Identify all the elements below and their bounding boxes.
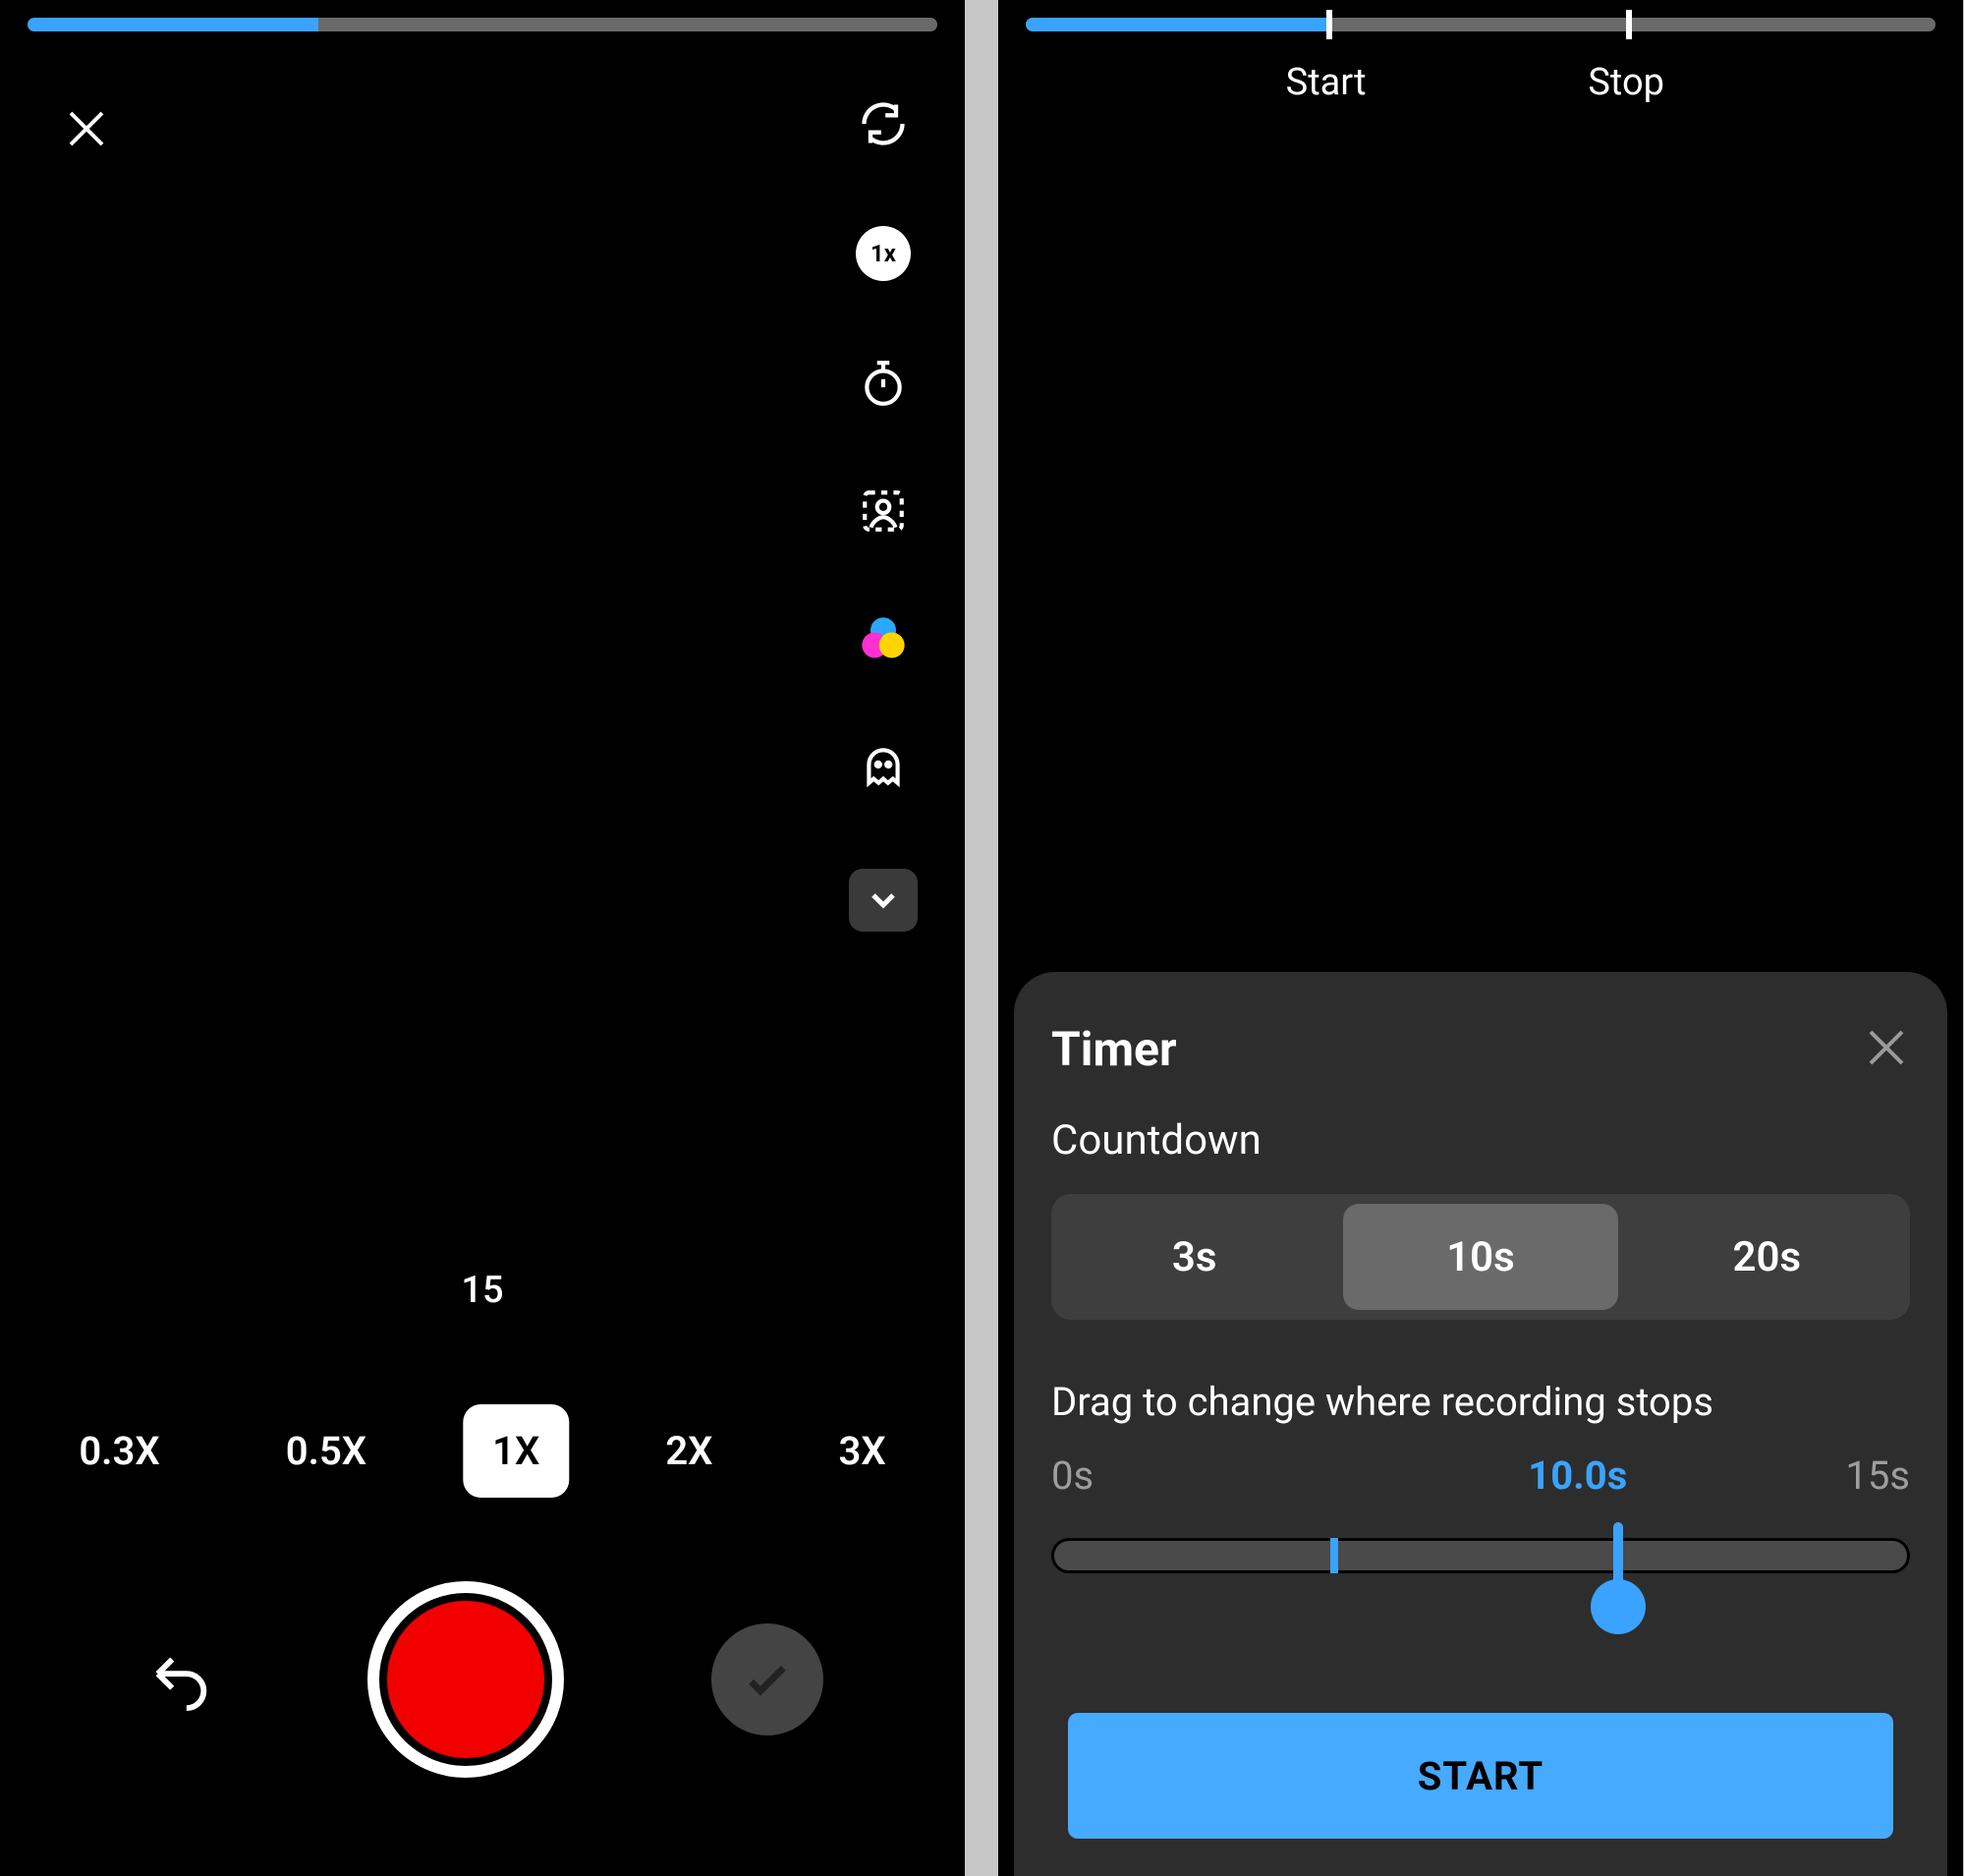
recording-progress-bar xyxy=(28,18,937,31)
recording-progress-fill xyxy=(28,18,318,31)
timer-title: Timer xyxy=(1051,1021,1177,1077)
close-icon xyxy=(63,105,110,152)
range-labels-row: 0s 10.0s 15s xyxy=(1051,1452,1910,1499)
countdown-option-20s[interactable]: 20s xyxy=(1630,1204,1904,1310)
chevron-down-icon xyxy=(864,881,903,920)
speed-badge-label: 1x xyxy=(870,240,896,267)
countdown-segmented-control: 3s 10s 20s xyxy=(1051,1194,1910,1320)
range-current-value: 10.0s xyxy=(1528,1452,1627,1499)
slider-handle[interactable] xyxy=(1591,1579,1646,1634)
timer-close-button[interactable] xyxy=(1863,1024,1910,1075)
recording-progress-bar xyxy=(1026,18,1936,31)
green-screen-icon xyxy=(859,486,908,536)
timer-button[interactable] xyxy=(858,358,909,409)
camera-tools-column: 1x xyxy=(849,98,918,932)
zoom-level-0-5x[interactable]: 0.5X xyxy=(256,1404,396,1498)
zoom-level-1x[interactable]: 1X xyxy=(463,1404,569,1498)
clip-length-label: 15 xyxy=(461,1269,503,1312)
record-button[interactable] xyxy=(367,1581,564,1778)
camera-screen: 1x 1 xyxy=(0,0,965,1876)
timer-bottom-sheet: Timer Countdown 3s 10s 20s Drag to chang… xyxy=(1014,972,1947,1876)
progress-marker-stop-label: Stop xyxy=(1588,61,1664,104)
green-screen-button[interactable] xyxy=(858,485,909,537)
filters-button[interactable] xyxy=(858,613,909,664)
progress-marker-start xyxy=(1326,10,1332,39)
more-tools-button[interactable] xyxy=(849,869,918,932)
stop-time-slider[interactable] xyxy=(1051,1516,1910,1634)
start-timer-button[interactable]: START xyxy=(1068,1713,1892,1839)
close-button[interactable] xyxy=(61,103,112,154)
slider-track xyxy=(1051,1538,1910,1573)
progress-marker-stop xyxy=(1626,10,1632,39)
zoom-level-2x[interactable]: 2X xyxy=(636,1404,742,1498)
zoom-selector: 0.3X 0.5X 1X 2X 3X xyxy=(49,1404,915,1498)
flip-camera-button[interactable] xyxy=(858,98,909,149)
close-icon xyxy=(1863,1024,1910,1071)
progress-marker-start-label: Start xyxy=(1286,61,1367,104)
timer-panel-screen: Start Stop Timer Countdown 3s 10s 20s Dr… xyxy=(998,0,1963,1876)
timer-sheet-header: Timer xyxy=(1051,1021,1910,1077)
flip-camera-icon xyxy=(858,97,909,150)
timer-icon xyxy=(859,359,908,408)
drag-instruction-label: Drag to change where recording stops xyxy=(1051,1379,1910,1425)
speed-button[interactable]: 1x xyxy=(856,226,911,281)
ghost-mode-button[interactable] xyxy=(858,741,909,792)
range-min-label: 0s xyxy=(1051,1452,1094,1499)
recording-progress-fill xyxy=(1026,18,1326,31)
confirm-button[interactable] xyxy=(711,1623,823,1735)
countdown-label: Countdown xyxy=(1051,1116,1910,1165)
bottom-controls xyxy=(0,1581,965,1778)
countdown-option-10s[interactable]: 10s xyxy=(1343,1204,1617,1310)
slider-start-tick xyxy=(1330,1538,1338,1573)
filters-icon xyxy=(858,612,909,665)
range-max-label: 15s xyxy=(1845,1452,1910,1499)
zoom-level-3x[interactable]: 3X xyxy=(810,1404,916,1498)
countdown-option-3s[interactable]: 3s xyxy=(1057,1204,1331,1310)
ghost-icon xyxy=(859,742,908,791)
undo-button[interactable] xyxy=(141,1640,220,1719)
zoom-level-0-3x[interactable]: 0.3X xyxy=(49,1404,189,1498)
check-icon xyxy=(740,1652,795,1707)
undo-icon xyxy=(146,1645,215,1714)
record-button-inner xyxy=(387,1601,544,1758)
